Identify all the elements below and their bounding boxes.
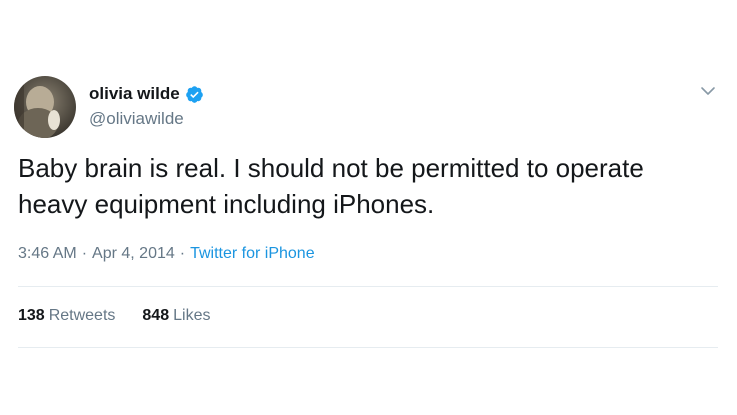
meta-separator: ·: [179, 245, 186, 262]
avatar-photo-icon: [14, 76, 76, 138]
divider: [18, 347, 718, 348]
tweet-source-link[interactable]: Twitter for iPhone: [190, 245, 315, 262]
likes-label: Likes: [173, 307, 211, 324]
tweet-card: olivia wilde @oliviawilde Baby brain is …: [0, 0, 737, 415]
tweet-time[interactable]: 3:46 AM: [18, 245, 77, 262]
likes-stat[interactable]: 848 Likes: [142, 307, 210, 325]
tweet-stats: 138 Retweets 848 Likes: [18, 307, 210, 325]
user-handle[interactable]: @oliviawilde: [89, 109, 184, 129]
user-name-row[interactable]: olivia wilde: [89, 84, 204, 104]
tweet-meta: 3:46 AM · Apr 4, 2014 · Twitter for iPhone: [18, 245, 315, 263]
tweet-date[interactable]: Apr 4, 2014: [92, 245, 175, 262]
avatar[interactable]: [14, 76, 76, 138]
display-name[interactable]: olivia wilde: [89, 84, 180, 104]
retweets-count: 138: [18, 307, 45, 324]
chevron-down-icon[interactable]: [699, 84, 717, 98]
verified-badge-icon: [185, 85, 204, 104]
divider: [18, 286, 718, 287]
retweets-stat[interactable]: 138 Retweets: [18, 307, 115, 325]
tweet-text: Baby brain is real. I should not be perm…: [18, 153, 644, 219]
retweets-label: Retweets: [48, 307, 116, 324]
meta-separator: ·: [81, 245, 88, 262]
likes-count: 848: [142, 307, 170, 324]
